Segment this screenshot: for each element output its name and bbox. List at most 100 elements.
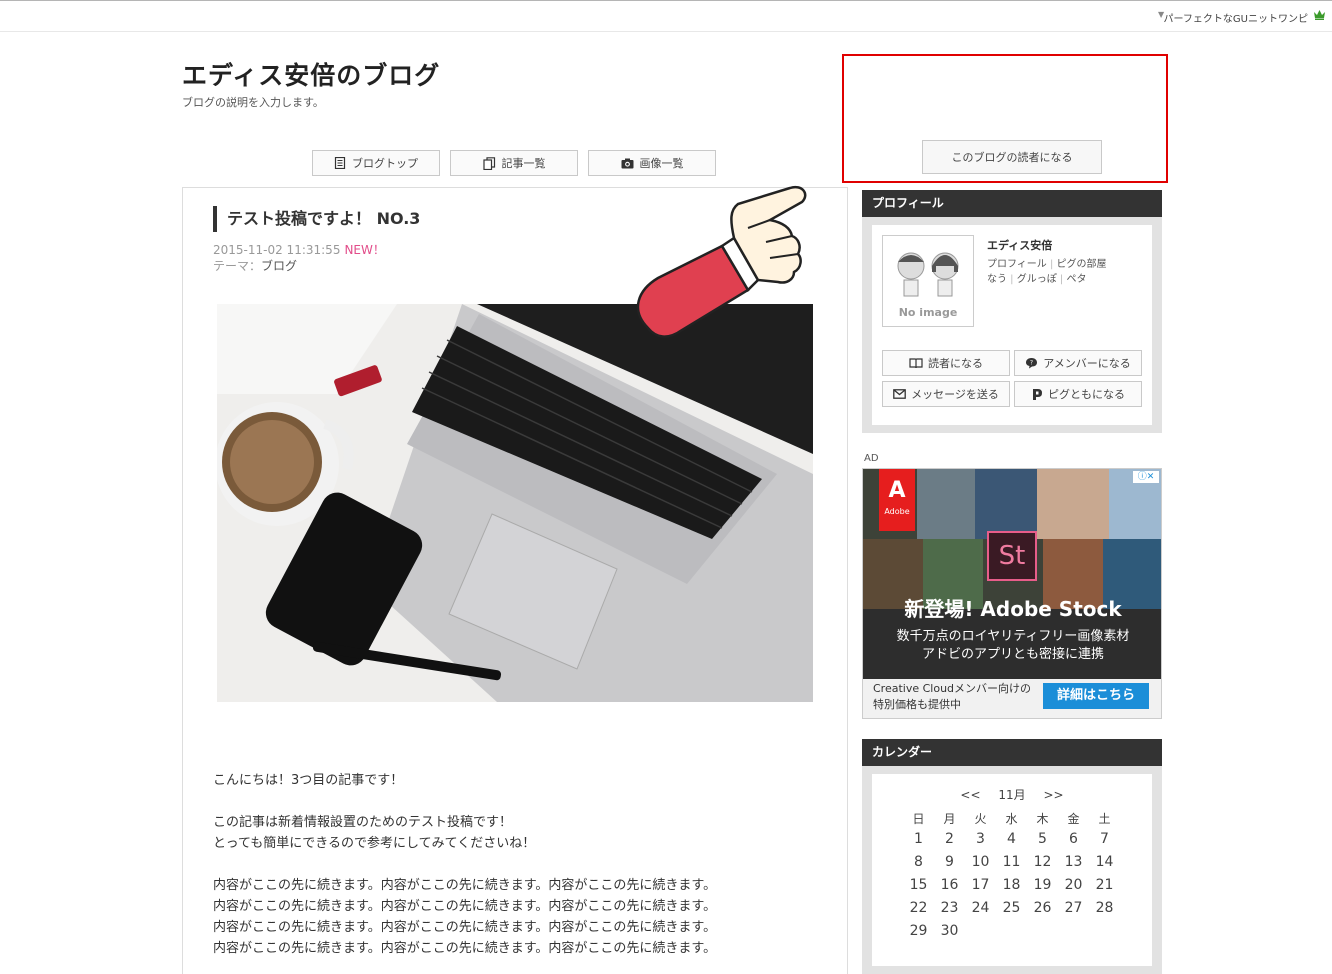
- weekday: 月: [943, 812, 956, 826]
- calendar-day[interactable]: 29: [903, 923, 934, 939]
- body-line: 内容がここの先に続きます。内容がここの先に続きます。内容がここの先に続きます。: [213, 878, 717, 893]
- calendar-day[interactable]: 6: [1058, 831, 1089, 847]
- amember-button[interactable]: ? アメンバーになる: [1014, 350, 1142, 376]
- article-list-label: 記事一覧: [501, 157, 546, 170]
- document-icon: [334, 157, 346, 169]
- stock-app-icon: St: [987, 531, 1037, 581]
- calendar-day[interactable]: 21: [1089, 877, 1120, 893]
- calendar-day: [996, 923, 1027, 939]
- pigg-friend-button[interactable]: ピグともになる: [1014, 381, 1142, 407]
- calendar-day[interactable]: 1: [903, 831, 934, 847]
- calendar-day[interactable]: 8: [903, 854, 934, 870]
- no-image-label: No image: [898, 306, 958, 319]
- article-list-button[interactable]: 記事一覧: [450, 150, 578, 176]
- profile-links: プロフィール | ピグの部屋 なう | グルっぽ | ペタ: [987, 259, 1107, 285]
- weekday-row: 日 月 火 水 木 金 土: [872, 810, 1152, 827]
- weekday: 水: [1005, 812, 1018, 826]
- calendar-day[interactable]: 14: [1089, 854, 1120, 870]
- calendar-box: << 11月 >> 日 月 火 水 木 金 土 1234567 8 9 10 11 12…: [862, 766, 1162, 974]
- camera-icon: [621, 158, 633, 168]
- send-message-button[interactable]: メッセージを送る: [882, 381, 1010, 407]
- now-link[interactable]: なう: [987, 274, 1007, 285]
- top-news-link[interactable]: パーフェクトなGUニットワンピ: [1164, 10, 1308, 25]
- theme-link[interactable]: ブログ: [261, 259, 297, 273]
- calendar-day[interactable]: 7: [1089, 831, 1120, 847]
- calendar-day[interactable]: 24: [965, 900, 996, 916]
- calendar-day[interactable]: 22: [903, 900, 934, 916]
- calendar-day[interactable]: 2: [934, 831, 965, 847]
- calendar-day[interactable]: 18: [996, 877, 1027, 893]
- image-list-label: 画像一覧: [639, 157, 684, 170]
- avatar[interactable]: No image: [882, 235, 974, 327]
- calendar-day[interactable]: 28: [1089, 900, 1120, 916]
- body-line: 内容がここの先に続きます。内容がここの先に続きます。内容がここの先に続きます。: [213, 920, 717, 935]
- calendar-day[interactable]: 11: [996, 854, 1027, 870]
- profile-link[interactable]: プロフィール: [987, 259, 1047, 270]
- profile-inner: No image エディス安倍 プロフィール | ピグの部屋 なう | グルっぽ…: [872, 225, 1152, 425]
- body-line: 内容がここの先に続きます。内容がここの先に続きます。内容がここの先に続きます。: [213, 899, 717, 914]
- post-title[interactable]: テスト投稿ですよ！ NO.3: [213, 206, 420, 232]
- calendar-day[interactable]: 25: [996, 900, 1027, 916]
- gurume-link[interactable]: グルっぽ: [1017, 274, 1057, 285]
- calendar-day[interactable]: 15: [903, 877, 934, 893]
- calendar-week: 8 9 10 11 12 13 14: [872, 854, 1152, 870]
- calendar-day[interactable]: 19: [1027, 877, 1058, 893]
- calendar-day: [1058, 923, 1089, 939]
- calendar-month-nav: << 11月 >>: [872, 786, 1152, 803]
- profile-name[interactable]: エディス安倍: [987, 237, 1052, 253]
- calendar-day[interactable]: 16: [934, 877, 965, 893]
- profile-heading: プロフィール: [862, 190, 1162, 217]
- top-bar: ▼ パーフェクトなGUニットワンピ: [0, 0, 1332, 32]
- prev-month-link[interactable]: <<: [960, 788, 980, 802]
- calendar-day[interactable]: 3: [965, 831, 996, 847]
- reader-label: 読者になる: [928, 357, 983, 370]
- calendar-inner: << 11月 >> 日 月 火 水 木 金 土 1234567 8 9 10 11 12…: [872, 774, 1152, 966]
- calendar-day: [965, 923, 996, 939]
- calendar-week: 1234567: [872, 831, 1152, 847]
- peta-link[interactable]: ペタ: [1066, 274, 1086, 285]
- calendar-day[interactable]: 13: [1058, 854, 1089, 870]
- calendar-day[interactable]: 4: [996, 831, 1027, 847]
- calendar-heading: カレンダー: [862, 739, 1162, 766]
- body-line: とっても簡単にできるので参考にしてみてくださいね！: [213, 836, 536, 851]
- ad-banner[interactable]: A Adobe St 新登場! Adobe Stock 数千万点のロイヤリティフ…: [862, 468, 1162, 719]
- post-date: 2015-11-02 11:31:55 NEW！: [213, 241, 385, 258]
- blog-top-label: ブログトップ: [352, 157, 418, 170]
- blog-top-button[interactable]: ブログトップ: [312, 150, 440, 176]
- ad-foot-line-2: 特別価格も提供中: [873, 698, 961, 711]
- calendar-day[interactable]: 26: [1027, 900, 1058, 916]
- calendar-day[interactable]: 17: [965, 877, 996, 893]
- ad-subline-1: 数千万点のロイヤリティフリー画像素材: [896, 629, 1130, 644]
- calendar-day[interactable]: 10: [965, 854, 996, 870]
- body-line: 内容がここの先に続きます。内容がここの先に続きます。内容がここの先に続きます。: [213, 941, 717, 956]
- crown-icon: [1314, 10, 1325, 20]
- pigg-room-link[interactable]: ピグの部屋: [1057, 259, 1107, 270]
- weekday: 日: [912, 812, 925, 826]
- become-reader-button[interactable]: このブログの読者になる: [922, 140, 1102, 174]
- ad-choices-icon[interactable]: ⓘ✕: [1133, 471, 1159, 483]
- image-list-button[interactable]: 画像一覧: [588, 150, 716, 176]
- theme-label: テーマ：: [213, 259, 262, 273]
- profile-box: No image エディス安倍 プロフィール | ピグの部屋 なう | グルっぽ…: [862, 217, 1162, 433]
- calendar-day[interactable]: 5: [1027, 831, 1058, 847]
- post-date-text: 2015-11-02 11:31:55: [213, 243, 341, 257]
- ad-subline-2: アドビのアプリとも密接に連携: [921, 647, 1104, 662]
- speech-bubble-icon: ?: [1026, 358, 1038, 369]
- blog-description: ブログの説明を入力します。: [182, 96, 324, 109]
- calendar-day[interactable]: 23: [934, 900, 965, 916]
- calendar-day[interactable]: 27: [1058, 900, 1089, 916]
- calendar-day[interactable]: 20: [1058, 877, 1089, 893]
- adobe-a-icon: A: [888, 478, 906, 503]
- ad-cta-button[interactable]: 詳細はこちら: [1043, 683, 1149, 709]
- calendar-day[interactable]: 12: [1027, 854, 1058, 870]
- adobe-logo: A Adobe: [879, 469, 915, 531]
- calendar-day: [1089, 923, 1120, 939]
- blog-title[interactable]: エディス安倍のブログ: [182, 56, 440, 92]
- next-month-link[interactable]: >>: [1043, 788, 1063, 802]
- new-badge: NEW！: [344, 243, 385, 257]
- svg-text:?: ?: [1030, 360, 1033, 367]
- profile-reader-button[interactable]: 読者になる: [882, 350, 1010, 376]
- calendar-day[interactable]: 30: [934, 923, 965, 939]
- calendar-day[interactable]: 9: [934, 854, 965, 870]
- pointing-hand-icon: [636, 185, 807, 338]
